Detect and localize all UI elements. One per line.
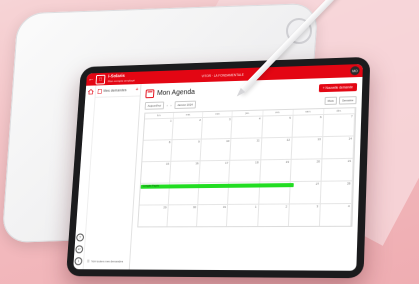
calendar-day-cell[interactable]: 9 bbox=[171, 138, 203, 161]
calendar-day-cell[interactable]: 17 bbox=[199, 159, 231, 182]
logout-icon[interactable]: ↩ bbox=[75, 245, 84, 254]
calendar: lun. mar. mer. jeu. ven. sam. dim. 1 2 3 4 5 6 7 8 9 10… bbox=[137, 106, 357, 228]
calendar-day-cell[interactable]: 7 bbox=[323, 112, 356, 136]
list-icon: ☰ bbox=[86, 259, 90, 264]
calendar-day-cell[interactable]: 29 bbox=[138, 203, 169, 227]
next-month-icon[interactable]: › bbox=[170, 103, 171, 107]
calendar-day-cell[interactable]: 18 bbox=[229, 158, 261, 182]
prev-month-icon[interactable]: ‹ bbox=[167, 103, 168, 107]
calendar-day-cell[interactable]: 19 bbox=[259, 158, 292, 182]
view-switcher: Mois Semaine bbox=[324, 96, 357, 105]
calendar-day-cell[interactable]: 8 bbox=[142, 138, 173, 161]
calendar-day-cell[interactable]: 5 bbox=[261, 114, 294, 137]
avatar[interactable]: MO bbox=[350, 66, 360, 76]
calendar-day-cell[interactable]: 20 bbox=[290, 157, 323, 181]
calendar-day-cell[interactable]: 28 bbox=[320, 179, 353, 203]
add-icon[interactable]: + bbox=[135, 87, 138, 93]
app-screen: ← □ i-Solaris Mon compte employé VITOR ·… bbox=[73, 63, 363, 271]
calendar-day-cell[interactable]: 4 bbox=[319, 202, 353, 226]
document-icon bbox=[98, 89, 102, 94]
calendar-day-cell[interactable]: 6 bbox=[292, 113, 324, 137]
brand: i-Solaris Mon compte employé bbox=[107, 73, 136, 83]
question-icon[interactable]: ? bbox=[76, 233, 85, 242]
calendar-day-cell[interactable]: 1 bbox=[227, 203, 259, 226]
calendar-day-cell[interactable]: 2 bbox=[257, 203, 290, 226]
calendar-day-cell[interactable]: 10 bbox=[200, 137, 232, 160]
view-month-button[interactable]: Mois bbox=[324, 96, 338, 105]
calendar-day-cell[interactable]: 31 bbox=[197, 203, 229, 226]
calendar-day-cell[interactable]: 27 bbox=[289, 180, 322, 204]
calendar-day-cell[interactable]: 1 bbox=[143, 117, 174, 140]
new-request-button[interactable]: + Nouvelle demande bbox=[318, 83, 358, 93]
calendar-day-cell[interactable]: 12 bbox=[260, 136, 293, 159]
brand-subtitle: Mon compte employé bbox=[107, 78, 135, 83]
view-week-button[interactable]: Semaine bbox=[338, 96, 357, 105]
sidebar-item-label: Mes demandes bbox=[103, 88, 127, 93]
tablet-device: ← □ i-Solaris Mon compte employé VITOR ·… bbox=[65, 56, 371, 279]
calendar-day-cell[interactable]: 4 bbox=[231, 115, 263, 138]
calendar-day-cell[interactable]: 16 bbox=[170, 159, 201, 183]
see-all-label: Voir toutes mes demandes bbox=[91, 259, 124, 264]
calendar-day-cell[interactable]: 2 bbox=[172, 116, 204, 139]
company-label: VITOR · LA FONDAMENTALE bbox=[201, 72, 244, 78]
calendar-day-cell[interactable]: 3 bbox=[288, 202, 321, 226]
calendar-day-cell[interactable]: 14 bbox=[322, 135, 355, 158]
app-body: ? ↩ i Mes demandes + ☰ Voir toutes mes d… bbox=[73, 77, 362, 271]
page-title: Mon Agenda bbox=[156, 88, 196, 97]
main-content: Mon Agenda + Nouvelle demande Aujourd'hu… bbox=[130, 77, 363, 271]
calendar-grid: 1234567891011121314151617181920212223242… bbox=[138, 112, 356, 227]
calendar-day-cell[interactable]: 15 bbox=[141, 160, 172, 183]
sidebar-item-requests[interactable]: Mes demandes + bbox=[95, 84, 141, 98]
calendar-day-cell[interactable]: 11 bbox=[230, 136, 262, 160]
month-picker[interactable]: Janvier 2024 bbox=[174, 100, 196, 109]
calendar-day-cell[interactable]: 21 bbox=[321, 157, 354, 181]
calendar-day-cell[interactable]: 13 bbox=[291, 135, 324, 159]
home-icon[interactable] bbox=[87, 88, 94, 95]
see-all-requests-link[interactable]: ☰ Voir toutes mes demandes bbox=[87, 259, 123, 263]
info-icon[interactable]: i bbox=[74, 257, 83, 266]
today-button[interactable]: Aujourd'hui bbox=[144, 101, 165, 110]
app-logo: □ bbox=[95, 74, 106, 85]
calendar-day-cell[interactable]: 30 bbox=[167, 203, 199, 226]
calendar-icon bbox=[145, 88, 155, 98]
calendar-day-cell[interactable]: 3 bbox=[202, 115, 233, 139]
